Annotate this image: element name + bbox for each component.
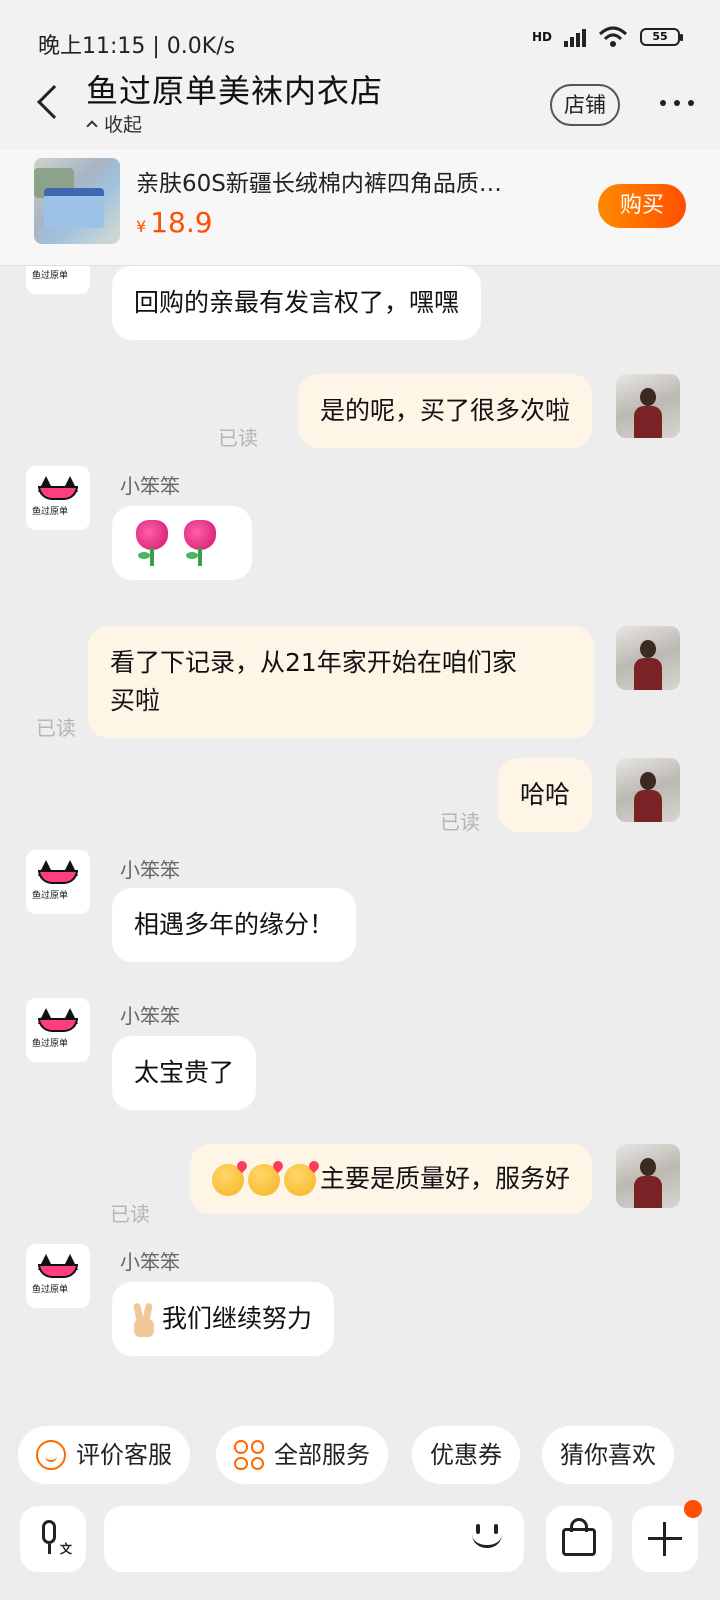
wifi-icon bbox=[598, 26, 628, 47]
more-options-button[interactable] bbox=[632, 1500, 702, 1572]
collapse-label: 收起 bbox=[104, 114, 143, 136]
victory-hand-emoji bbox=[132, 1302, 156, 1337]
voice-input-button[interactable]: 文 bbox=[20, 1506, 86, 1572]
microphone-icon bbox=[42, 1520, 56, 1544]
sender-name: 小笨笨 bbox=[120, 858, 180, 882]
status-icons: HD 55 bbox=[531, 26, 683, 48]
shop-avatar[interactable]: 鱼过原单 bbox=[26, 266, 90, 294]
grid-icon bbox=[234, 1440, 264, 1470]
all-services-button[interactable]: 全部服务 bbox=[216, 1426, 388, 1484]
message-bubble[interactable]: 我们继续努力 bbox=[112, 1282, 335, 1356]
emoji-icon[interactable] bbox=[466, 1516, 508, 1558]
message-input[interactable] bbox=[104, 1506, 524, 1572]
message-bubble[interactable] bbox=[112, 506, 252, 580]
my-avatar[interactable] bbox=[616, 1144, 680, 1208]
message-bubble[interactable]: 回购的亲最有发言权了，嘿嘿 bbox=[112, 266, 482, 340]
smiling-hearts-emoji bbox=[211, 1164, 244, 1196]
signal-icon bbox=[564, 27, 586, 47]
coupon-button[interactable]: 优惠券 bbox=[412, 1426, 520, 1484]
shop-title: 鱼过原单美袜内衣店 bbox=[86, 72, 384, 110]
read-status: 已读 bbox=[440, 810, 480, 834]
collapse-toggle[interactable]: 收起 bbox=[86, 110, 143, 137]
store-button[interactable]: 店铺 bbox=[550, 84, 620, 126]
my-avatar[interactable] bbox=[616, 374, 680, 438]
message-bubble[interactable]: 相遇多年的缘分！ bbox=[112, 888, 357, 962]
notification-dot bbox=[684, 1500, 702, 1518]
input-bar: 文 bbox=[0, 1486, 720, 1600]
product-price: ¥18.9 bbox=[136, 206, 213, 239]
buy-button[interactable]: 购买 bbox=[598, 184, 686, 228]
chevron-up-icon bbox=[86, 119, 98, 132]
rose-emoji bbox=[182, 520, 218, 566]
smiling-hearts-emoji bbox=[247, 1164, 280, 1196]
shop-avatar[interactable]: 鱼过原单 bbox=[26, 850, 90, 914]
network-type: HD bbox=[531, 30, 552, 44]
product-card[interactable]: 亲肤60S新疆长绒棉内裤四角品质… ¥18.9 购买 bbox=[0, 150, 720, 266]
battery-icon: 55 bbox=[640, 28, 683, 46]
quick-actions: 评价客服 全部服务 优惠券 猜你喜欢 bbox=[0, 1426, 720, 1486]
message-bubble[interactable]: 太宝贵了 bbox=[112, 1036, 257, 1110]
chat-messages[interactable]: 鱼过原单 回购的亲最有发言权了，嘿嘿 是的呢，买了很多次啦 已读 鱼过原单 小笨… bbox=[0, 266, 720, 1426]
rose-emoji bbox=[134, 520, 170, 566]
my-avatar[interactable] bbox=[616, 626, 680, 690]
recommend-button[interactable]: 猜你喜欢 bbox=[542, 1426, 674, 1484]
smile-icon bbox=[36, 1440, 66, 1470]
status-time: 晚上11:15 | 0.0K/s bbox=[38, 34, 236, 59]
sender-name: 小笨笨 bbox=[120, 1250, 180, 1274]
more-icon[interactable] bbox=[660, 100, 694, 106]
product-title[interactable]: 亲肤60S新疆长绒棉内裤四角品质… bbox=[136, 164, 502, 198]
message-bubble[interactable]: 主要是质量好，服务好 bbox=[189, 1144, 592, 1214]
message-bubble[interactable]: 看了下记录，从21年家开始在咱们家 买啦 bbox=[88, 626, 594, 738]
sender-name: 小笨笨 bbox=[120, 1004, 180, 1028]
shop-avatar[interactable]: 鱼过原单 bbox=[26, 1244, 90, 1308]
rate-service-button[interactable]: 评价客服 bbox=[18, 1426, 190, 1484]
shop-avatar[interactable]: 鱼过原单 bbox=[26, 466, 90, 530]
message-bubble[interactable]: 哈哈 bbox=[497, 758, 592, 832]
smiling-hearts-emoji bbox=[283, 1164, 316, 1196]
read-status: 已读 bbox=[110, 1202, 150, 1226]
shop-avatar[interactable]: 鱼过原单 bbox=[26, 998, 90, 1062]
read-status: 已读 bbox=[218, 426, 258, 450]
product-thumbnail[interactable] bbox=[34, 158, 120, 244]
message-bubble[interactable]: 是的呢，买了很多次啦 bbox=[297, 374, 592, 448]
back-icon[interactable] bbox=[37, 85, 71, 119]
shopping-bag-button[interactable] bbox=[546, 1506, 612, 1572]
my-avatar[interactable] bbox=[616, 758, 680, 822]
chat-header: 鱼过原单美袜内衣店 收起 店铺 bbox=[0, 60, 720, 150]
read-status: 已读 bbox=[36, 716, 76, 740]
sender-name: 小笨笨 bbox=[120, 474, 180, 498]
